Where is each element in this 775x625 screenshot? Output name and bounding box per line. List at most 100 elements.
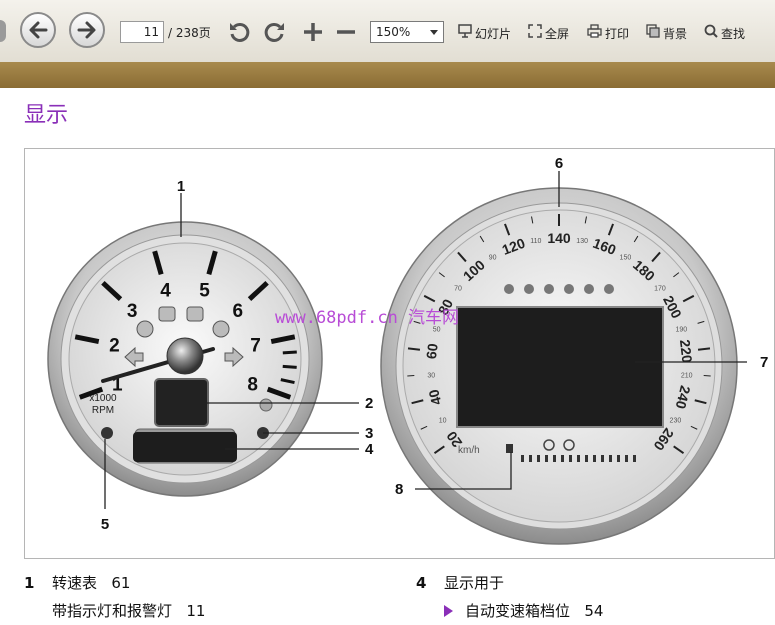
callout-5: 5	[101, 516, 109, 533]
fuel-segment	[609, 455, 612, 462]
bullet-triangle-icon	[444, 605, 453, 617]
page-number-input[interactable]: 11	[120, 21, 164, 43]
legend-text: 自动变速箱档位	[465, 602, 571, 620]
background-label: 背景	[663, 26, 688, 41]
speed-minor-number: 70	[454, 285, 462, 292]
print-label: 打印	[605, 26, 630, 41]
warning-lamp-icon	[504, 284, 514, 294]
background-button[interactable]: 背景	[646, 24, 687, 42]
legend-text: 带指示灯和报警灯	[52, 602, 173, 620]
plus-icon	[304, 23, 322, 41]
instrument-cluster-diagram: 1234 5678 x1000 RPM 1030507090110 130150…	[47, 155, 768, 545]
tacho-number: 5	[199, 281, 210, 302]
warning-lamp-icon	[564, 284, 574, 294]
back-button[interactable]	[20, 12, 56, 48]
fuel-segment	[601, 455, 604, 462]
tacho-unit-2: RPM	[92, 405, 114, 416]
rotate-left-icon	[230, 22, 250, 42]
page-total-label: / 238页	[168, 26, 211, 40]
zoom-in-button[interactable]	[299, 18, 327, 46]
fuel-segment	[593, 455, 596, 462]
legend-item-1b: 带指示灯和报警灯 11	[52, 600, 205, 621]
legend-item-4: 4 显示用于	[416, 572, 504, 593]
sidebar-toggle-handle[interactable]	[0, 20, 6, 42]
speed-minor-number: 110	[530, 238, 541, 245]
rotate-left-button[interactable]	[226, 18, 254, 46]
lower-display	[133, 432, 237, 462]
indicator-icon	[259, 398, 273, 412]
zoom-out-button[interactable]	[332, 18, 360, 46]
fuel-segment	[617, 455, 620, 462]
indicator-icon	[186, 306, 204, 322]
fuel-segment	[537, 455, 540, 462]
zoom-select[interactable]: 150%	[370, 21, 444, 43]
tacho-number: 3	[127, 301, 138, 322]
instrument-figure: 12345678 x1000 RPM 10 30 50 70 90 110 13…	[24, 148, 775, 559]
speed-minor-number: 10	[439, 417, 447, 424]
fuel-segment	[529, 455, 532, 462]
speed-unit: km/h	[458, 445, 480, 456]
indicator-icon	[212, 320, 230, 338]
legend-item-1: 1 转速表 61	[24, 572, 130, 593]
fullscreen-label: 全屏	[545, 26, 570, 41]
tacho-number: 2	[109, 336, 120, 357]
forward-button[interactable]	[69, 12, 105, 48]
fullscreen-icon	[528, 24, 542, 42]
warning-lamp-icon	[544, 284, 554, 294]
speed-minor-number: 150	[620, 255, 632, 262]
legend-text: 转速表	[52, 574, 98, 592]
legend-text: 显示用于	[444, 574, 505, 592]
speed-minor-number: 190	[676, 326, 688, 333]
speed-number: 220	[677, 339, 696, 364]
tacho-number: 4	[160, 281, 171, 302]
fuel-segment	[625, 455, 628, 462]
warning-lamp-icon	[604, 284, 614, 294]
legend-page: 54	[584, 602, 604, 620]
tacho-tick	[282, 364, 297, 369]
print-button[interactable]: 打印	[587, 24, 629, 42]
callout-3: 3	[365, 425, 373, 442]
speed-number: 140	[547, 230, 571, 246]
slideshow-icon	[458, 24, 472, 42]
legend-num: 4	[416, 574, 427, 592]
fuel-icon	[506, 444, 513, 453]
speed-tick	[697, 347, 711, 351]
slideshow-label: 幻灯片	[475, 26, 512, 41]
speed-number: 60	[423, 342, 441, 360]
fuel-segment	[569, 455, 572, 462]
speed-minor-number: 170	[654, 285, 666, 292]
fullscreen-button[interactable]: 全屏	[528, 24, 569, 42]
tacho-number: 6	[232, 301, 243, 322]
speed-minor-number: 30	[427, 372, 435, 379]
speed-tick	[407, 347, 421, 351]
tacho-number: 7	[250, 336, 261, 357]
speed-minor-number: 90	[489, 255, 497, 262]
slideshow-button[interactable]: 幻灯片	[458, 24, 511, 42]
callout-1: 1	[177, 178, 185, 195]
warning-lamp-icon	[584, 284, 594, 294]
speed-minor-number: 210	[681, 372, 693, 379]
indicator-icon	[136, 320, 154, 338]
fuel-segment	[633, 455, 636, 462]
toolbar-band	[0, 62, 775, 88]
needle-hub	[166, 337, 204, 375]
fuel-segment	[561, 455, 564, 462]
callout-2: 2	[365, 395, 373, 412]
legend-num: 1	[24, 574, 35, 592]
speed-minor-number: 130	[576, 238, 588, 245]
search-icon	[704, 24, 718, 42]
tacho-unit-1: x1000	[89, 393, 117, 404]
rotate-right-button[interactable]	[260, 18, 288, 46]
speed-minor-number: 230	[670, 417, 682, 424]
callout-8: 8	[395, 481, 403, 498]
arrow-left-icon	[29, 21, 48, 39]
fuel-segment	[545, 455, 548, 462]
minus-icon	[337, 30, 355, 34]
indicator-icon	[158, 306, 176, 322]
speedometer: 1030507090110 130150170190210230204060801…	[380, 187, 738, 545]
find-button[interactable]: 查找	[704, 24, 745, 42]
callout-4: 4	[365, 441, 374, 458]
main-display	[456, 306, 664, 428]
legend-page: 61	[111, 574, 131, 592]
fuel-segment	[521, 455, 524, 462]
